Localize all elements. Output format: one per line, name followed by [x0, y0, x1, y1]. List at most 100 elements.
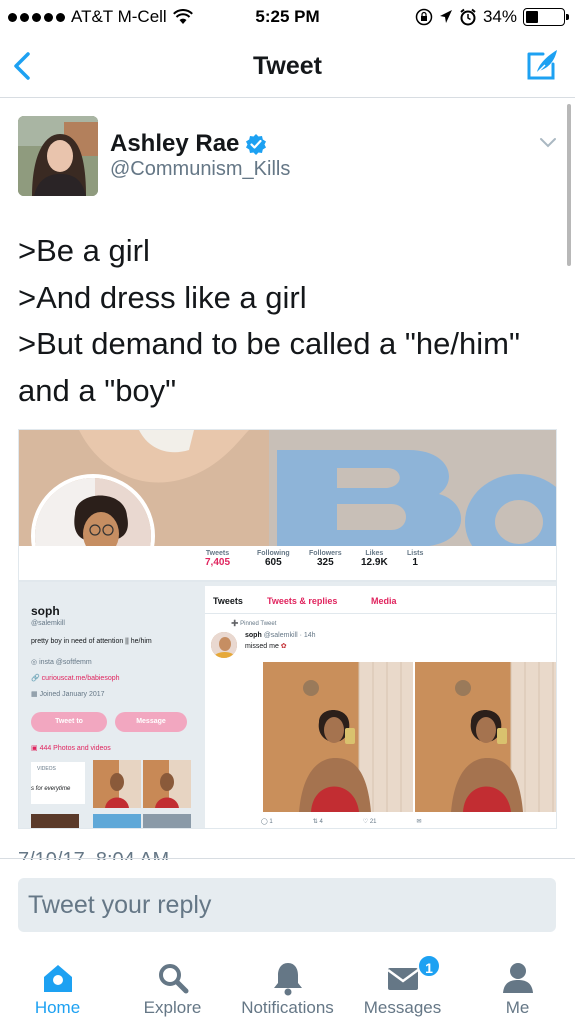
tab-label: Home	[34, 998, 81, 1017]
person-icon	[503, 963, 533, 993]
stat-value: 7,405	[205, 557, 231, 568]
tweet-text-line: >Be a girl	[18, 233, 150, 268]
tab-notifications[interactable]: Notifications	[230, 948, 345, 1024]
pinned-photo	[415, 662, 556, 812]
rose-emoji-icon: ✿	[280, 643, 287, 650]
pinned-avatar	[211, 632, 237, 658]
media-count-text: 444 Photos and videos	[39, 745, 111, 752]
profile-location: ◎ insta @softfemm	[31, 659, 92, 666]
stat-label: Likes	[365, 550, 384, 557]
videos-label: VIDEOS	[37, 766, 56, 772]
messages-badge: 1	[417, 954, 441, 978]
like-count: ♡ 21	[362, 819, 377, 825]
profile-sidebar: soph @salemkill pretty boy in need of at…	[19, 582, 205, 828]
tab-me[interactable]: Me	[460, 948, 575, 1024]
retweet-count: ⇅ 4	[312, 819, 323, 825]
tweet-text-line: and a "boy"	[18, 372, 177, 408]
tab-label: Me	[505, 998, 530, 1017]
stat-lists[interactable]: Lists 1	[407, 550, 423, 568]
profile-joined: ▦ Joined January 2017	[31, 691, 105, 698]
pinned-author: soph @salemkill · 14h	[245, 632, 316, 639]
alarm-icon	[460, 8, 476, 26]
pinned-label-text: Pinned Tweet	[240, 621, 277, 627]
stat-label: Lists	[407, 550, 424, 557]
profile-link-text: curiouscat.me/babiesoph	[41, 675, 120, 682]
tweet-text-line: >But demand to be called a "he/him"	[18, 326, 520, 361]
message-icon: ✉	[416, 819, 422, 825]
profile-stats-bar: Tweets 7,405 Following 605 Followers 325…	[19, 546, 556, 582]
tab-bar: Home Explore Notifications 1 Messages Me	[0, 948, 575, 1024]
tab-label: Messages	[363, 998, 442, 1017]
chevron-down-icon[interactable]	[539, 136, 557, 148]
media-thumbnail	[93, 814, 141, 828]
navigation-bar: Tweet	[0, 36, 575, 98]
reply-count-text: 1	[269, 819, 273, 825]
pinned-actions: ◯ 1 ⇅ 4 ♡ 21 ✉	[261, 818, 422, 825]
tab-messages[interactable]: 1 Messages	[345, 948, 460, 1024]
tab-label: Notifications	[241, 998, 334, 1017]
tab-media: Media	[371, 596, 397, 606]
bell-icon	[274, 963, 302, 996]
like-count-text: 21	[369, 819, 377, 825]
tweet-image[interactable]: Tweets 7,405 Following 605 Followers 325…	[18, 429, 557, 829]
stat-value: 1	[412, 557, 418, 568]
stat-value: 12.9K	[361, 557, 388, 568]
pinned-text: missed me ✿	[245, 642, 287, 650]
stat-label: Followers	[309, 550, 342, 557]
battery-icon	[523, 8, 569, 26]
stat-likes[interactable]: Likes 12.9K	[361, 550, 388, 568]
pinned-author-meta: @salemkill · 14h	[263, 632, 316, 639]
retweet-count-text: 4	[319, 819, 323, 825]
profile-name: soph	[31, 604, 60, 618]
profile-location-text: insta @softfemm	[39, 659, 92, 666]
location-arrow-icon	[439, 10, 452, 23]
divider	[0, 858, 575, 859]
tab-label: Explore	[143, 998, 202, 1017]
status-bar: AT&T M-Cell 5:25 PM 34%	[0, 0, 575, 36]
page-title: Tweet	[253, 52, 322, 80]
reply-box[interactable]	[18, 878, 556, 932]
pinned-label: ➕ Pinned Tweet	[231, 621, 277, 627]
pinned-author-name: soph	[245, 632, 262, 639]
media-count: ▣ 444 Photos and videos	[31, 745, 111, 752]
tab-home[interactable]: Home	[0, 948, 115, 1024]
profile-tabs: Tweets Tweets & replies Media	[205, 586, 556, 614]
profile-link: 🔗 curiouscat.me/babiesoph	[31, 675, 120, 682]
profile-bio: pretty boy in need of attention || he/hi…	[31, 638, 152, 645]
search-icon	[159, 964, 189, 994]
stat-value: 605	[264, 557, 282, 568]
stat-followers[interactable]: Followers 325	[309, 550, 342, 568]
tweet-text: >Be a girl >And dress like a girl >But d…	[18, 228, 558, 414]
stat-tweets[interactable]: Tweets 7,405	[205, 550, 230, 568]
video-caption: s for everytime	[31, 786, 71, 792]
tab-tweets-replies: Tweets & replies	[267, 596, 338, 606]
battery-percent: 34%	[482, 7, 517, 26]
verified-badge-icon	[246, 134, 267, 155]
message-button: Message	[115, 712, 187, 732]
author-name-label: Ashley Rae	[110, 130, 240, 157]
tweet-text-line: >And dress like a girl	[18, 279, 307, 315]
tab-tweets: Tweets	[213, 596, 243, 606]
tweet-to-button: Tweet to	[31, 712, 107, 732]
author-avatar[interactable]	[18, 116, 98, 196]
stat-label: Following	[257, 550, 290, 557]
author-handle[interactable]: @Communism_Kills	[110, 158, 290, 181]
stat-following[interactable]: Following 605	[257, 550, 290, 568]
tab-explore[interactable]: Explore	[115, 948, 230, 1024]
pinned-photo	[263, 662, 413, 812]
stat-label: Tweets	[205, 550, 230, 557]
pinned-text-content: missed me	[245, 643, 279, 650]
reply-input[interactable]	[18, 878, 556, 932]
media-thumbnail	[143, 814, 191, 828]
author-name[interactable]: Ashley Rae	[110, 130, 267, 158]
profile-handle: @salemkill	[31, 620, 65, 627]
profile-joined-text: Joined January 2017	[39, 691, 105, 698]
reply-count: ◯ 1	[261, 819, 273, 825]
videos-thumbnail: VIDEOS s for everytime	[31, 762, 85, 804]
compose-icon[interactable]	[525, 46, 561, 82]
scroll-indicator	[567, 104, 571, 266]
media-thumbnail	[93, 760, 141, 808]
rotation-lock-icon	[415, 8, 433, 26]
media-thumbnail	[143, 760, 191, 808]
profile-timeline: Tweets Tweets & replies Media ➕ Pinned T…	[205, 586, 556, 828]
